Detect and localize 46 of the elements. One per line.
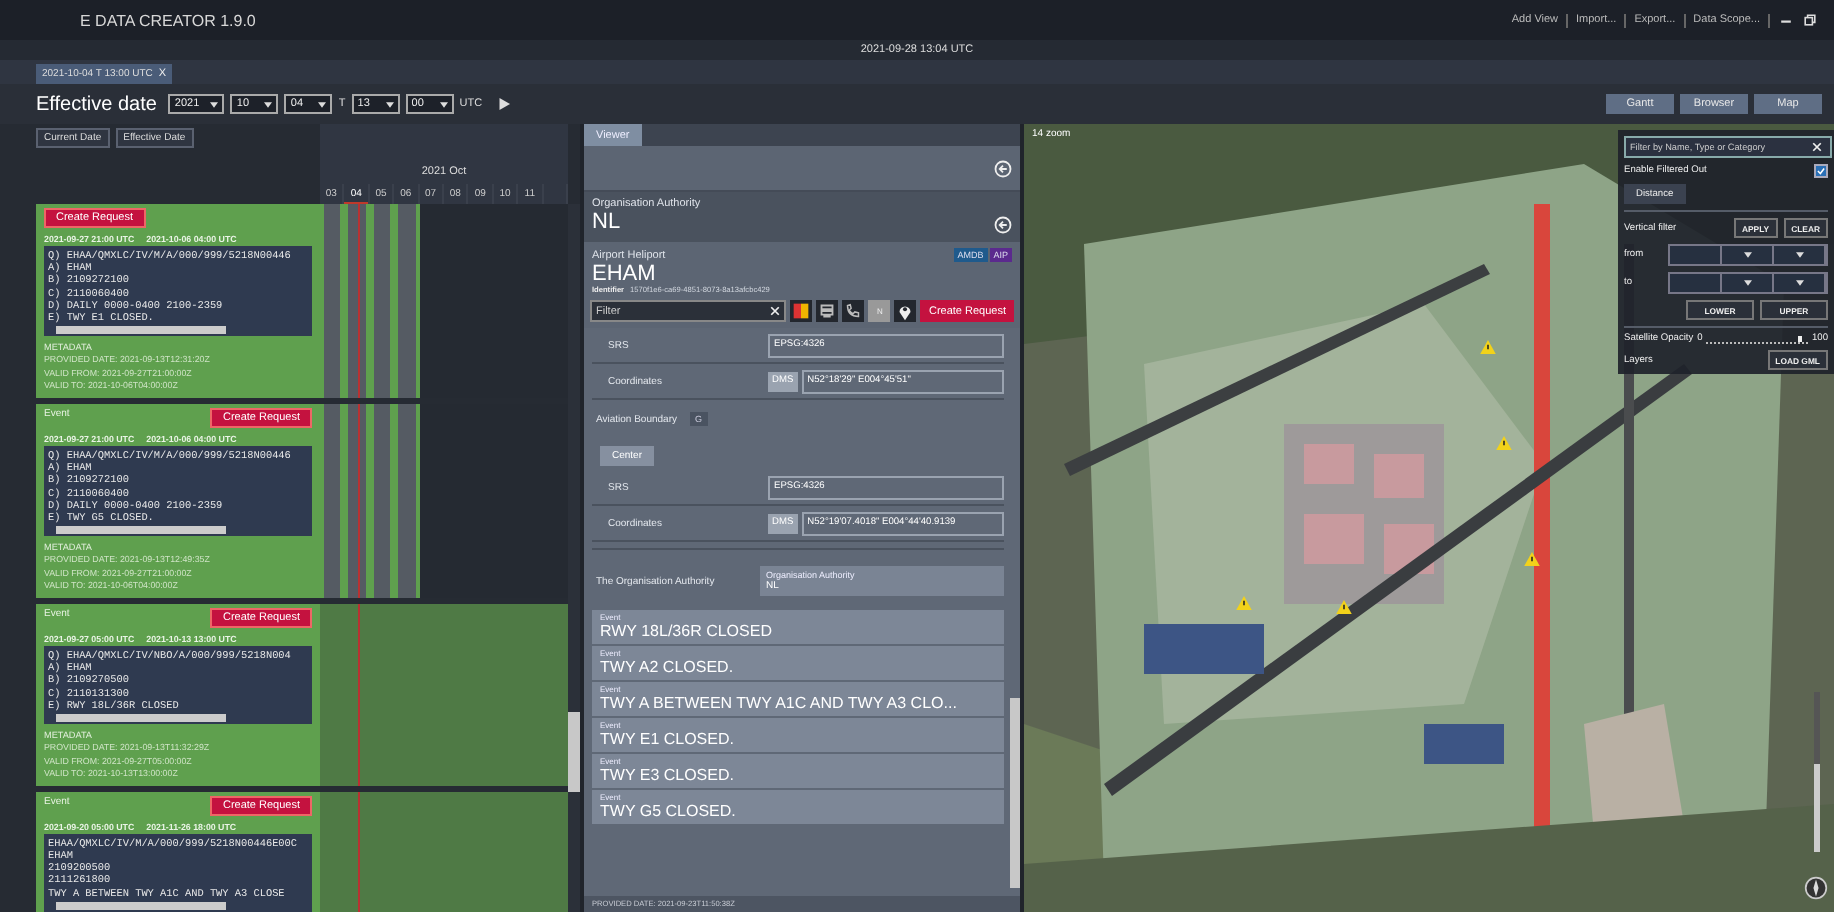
reference-dropdown[interactable] bbox=[1774, 274, 1826, 292]
caret-icon bbox=[439, 101, 448, 107]
phone-icon[interactable] bbox=[842, 300, 865, 322]
back-icon[interactable] bbox=[994, 216, 1012, 234]
airport-name: EHAM bbox=[592, 262, 658, 286]
warning-icon[interactable] bbox=[1236, 596, 1252, 610]
warning-icon[interactable] bbox=[1496, 436, 1512, 450]
effective-date-label: Effective date bbox=[36, 93, 157, 115]
caret-icon bbox=[318, 101, 327, 107]
warning-icon[interactable] bbox=[1524, 552, 1540, 566]
warning-icon[interactable] bbox=[1480, 340, 1496, 354]
enable-filtered-out-checkbox[interactable] bbox=[1814, 164, 1828, 178]
app-title: E DATA CREATOR 1.9.0 bbox=[80, 11, 256, 29]
event-title: TWY E1 CLOSED. bbox=[600, 730, 736, 748]
event-title: TWY E3 CLOSED. bbox=[600, 766, 736, 784]
caret-icon bbox=[1795, 280, 1803, 286]
current-day-line bbox=[357, 791, 360, 912]
unit-dropdown[interactable] bbox=[1722, 246, 1774, 264]
event-title: TWY A2 CLOSED. bbox=[600, 658, 736, 676]
caret-icon bbox=[1743, 252, 1751, 258]
play-icon[interactable] bbox=[498, 98, 511, 110]
layers-icon[interactable] bbox=[816, 300, 839, 322]
clear-icon[interactable] bbox=[770, 306, 781, 316]
warning-icon[interactable] bbox=[1336, 600, 1352, 614]
event-title: TWY A BETWEEN TWY A1C AND TWY A3 CLO... bbox=[600, 694, 959, 712]
restore-icon[interactable] bbox=[1802, 12, 1818, 28]
vertical-scrollbar[interactable] bbox=[568, 204, 580, 912]
unit-dropdown[interactable] bbox=[1722, 274, 1774, 292]
flag-icon[interactable] bbox=[790, 300, 813, 322]
caret-icon bbox=[1795, 252, 1803, 258]
zoom-slider[interactable] bbox=[1814, 692, 1820, 852]
caret-icon bbox=[385, 101, 394, 107]
caret-icon bbox=[210, 101, 219, 107]
event-title: TWY G5 CLOSED. bbox=[600, 802, 738, 820]
caret-icon bbox=[1743, 280, 1751, 286]
compass-icon[interactable] bbox=[1804, 876, 1828, 900]
value-input[interactable] bbox=[1670, 274, 1722, 292]
reference-dropdown[interactable] bbox=[1774, 246, 1826, 264]
org-value: NL bbox=[592, 210, 623, 234]
close-icon[interactable] bbox=[1812, 142, 1822, 152]
value-input[interactable] bbox=[1670, 246, 1722, 264]
back-icon[interactable] bbox=[994, 159, 1012, 177]
location-pin-icon[interactable] bbox=[894, 300, 917, 322]
caret-icon bbox=[264, 101, 273, 107]
opacity-slider[interactable] bbox=[1706, 335, 1808, 343]
event-title: RWY 18L/36R CLOSED bbox=[600, 622, 774, 640]
